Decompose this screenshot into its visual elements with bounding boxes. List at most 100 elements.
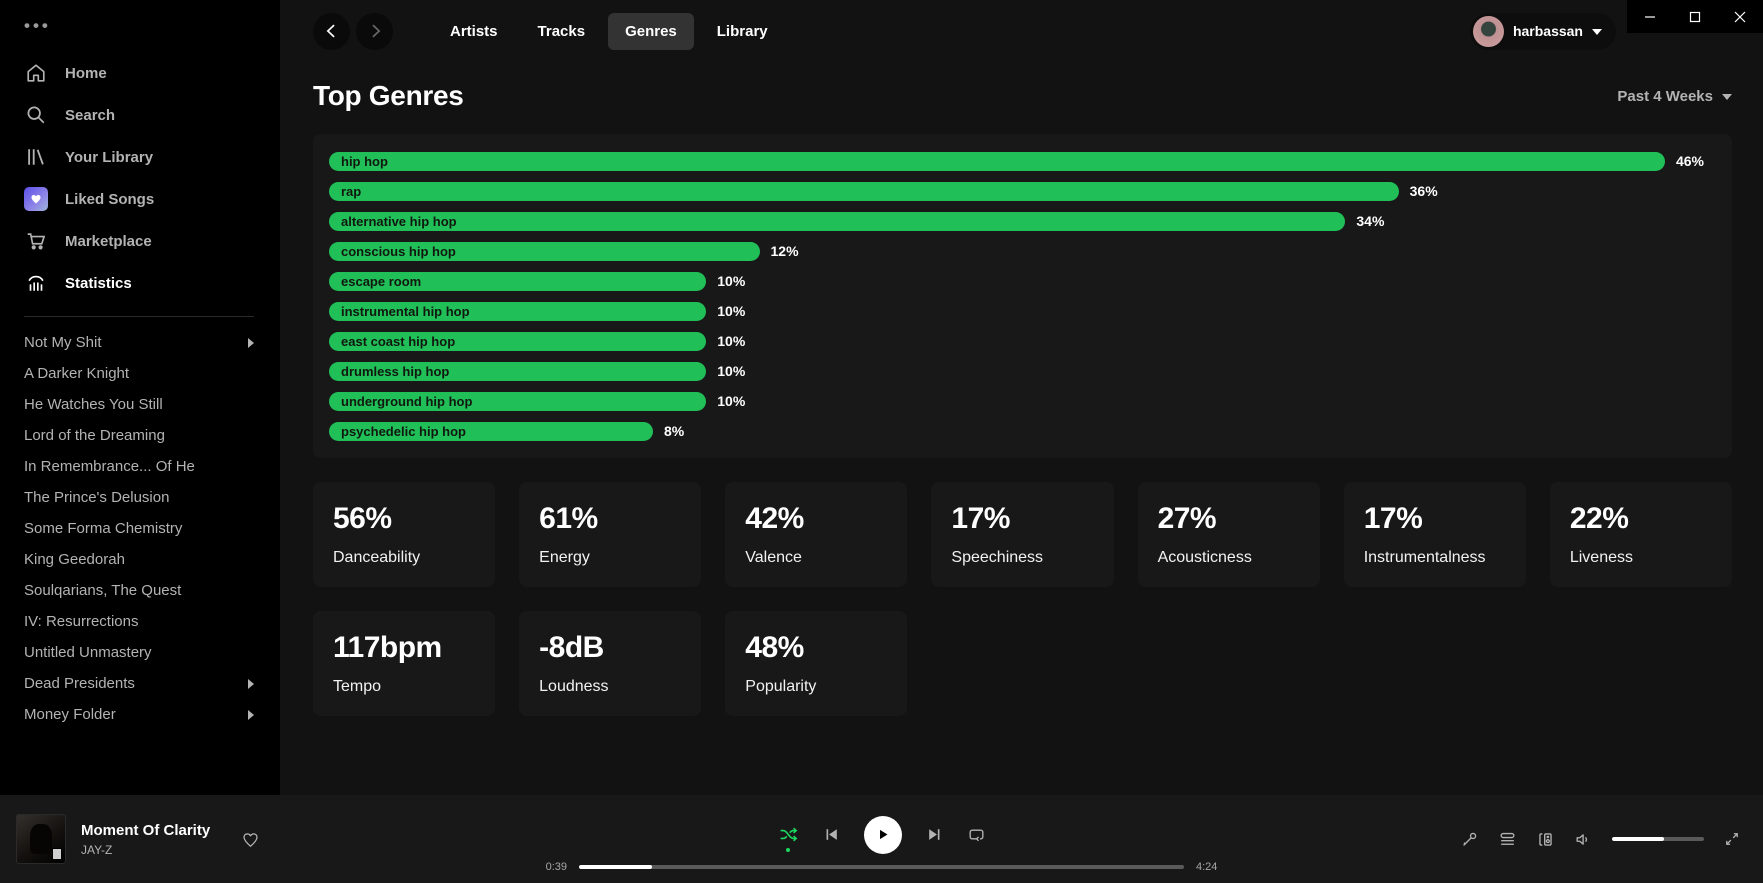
sidebar-item-statistics[interactable]: Statistics [0, 262, 280, 304]
maximize-button[interactable] [1672, 0, 1717, 33]
progress-bar[interactable] [579, 865, 1184, 869]
playlist-list: Not My Shit A Darker Knight He Watches Y… [0, 327, 280, 730]
stat-value: 42% [745, 502, 887, 536]
playlist-item[interactable]: A Darker Knight [0, 358, 280, 389]
connect-device-icon[interactable] [1536, 830, 1555, 849]
tab-tracks[interactable]: Tracks [521, 13, 603, 50]
stat-label: Instrumentalness [1364, 549, 1506, 567]
playlist-item[interactable]: Soulqarians, The Quest [0, 575, 280, 606]
repeat-button[interactable] [967, 825, 986, 844]
stat-value: 17% [951, 502, 1093, 536]
shuffle-active-dot [786, 848, 790, 852]
playlist-item[interactable]: Dead Presidents [0, 668, 280, 699]
genre-label: escape room [341, 274, 421, 289]
playlist-item[interactable]: Money Folder [0, 699, 280, 730]
sidebar-item-label: Your Library [65, 149, 153, 166]
sidebar-item-label: Home [65, 65, 107, 82]
fullscreen-icon[interactable] [1723, 830, 1741, 848]
close-button[interactable] [1718, 0, 1763, 33]
total-time: 4:24 [1196, 861, 1224, 873]
search-icon [24, 103, 48, 127]
tab-library[interactable]: Library [700, 13, 785, 50]
playlist-item[interactable]: He Watches You Still [0, 389, 280, 420]
playlist-item[interactable]: King Geedorah [0, 544, 280, 575]
user-name: harbassan [1513, 23, 1583, 39]
tab-artists[interactable]: Artists [433, 13, 515, 50]
shuffle-button[interactable] [778, 824, 799, 845]
tab-genres[interactable]: Genres [608, 13, 694, 50]
playlist-item[interactable]: Lord of the Dreaming [0, 420, 280, 451]
playlist-item[interactable]: Untitled Unmastery [0, 637, 280, 668]
volume-icon[interactable] [1574, 830, 1593, 849]
genre-label: east coast hip hop [341, 334, 455, 349]
queue-icon[interactable] [1498, 830, 1517, 849]
track-artist[interactable]: JAY-Z [81, 843, 210, 857]
stat-label: Energy [539, 549, 681, 567]
stat-label: Acousticness [1158, 549, 1300, 567]
playlist-item[interactable]: Not My Shit [0, 327, 280, 358]
genre-bar: psychedelic hip hop [329, 422, 653, 441]
playlist-name: King Geedorah [24, 551, 125, 568]
genre-label: rap [341, 184, 361, 199]
previous-button[interactable] [823, 826, 840, 843]
genre-bar: instrumental hip hop [329, 302, 706, 321]
genre-bar: east coast hip hop [329, 332, 706, 351]
stat-card: 27% Acousticness [1138, 482, 1320, 587]
sidebar-item-liked-songs[interactable]: Liked Songs [0, 178, 280, 220]
sidebar-item-marketplace[interactable]: Marketplace [0, 220, 280, 262]
page-header: Top Genres Past 4 Weeks [313, 80, 1732, 112]
playlist-item[interactable]: In Remembrance... Of He [0, 451, 280, 482]
sidebar-item-label: Statistics [65, 275, 132, 292]
sidebar-item-your-library[interactable]: Your Library [0, 136, 280, 178]
genre-bar-row: east coast hip hop 10% [329, 326, 1716, 356]
sidebar-item-home[interactable]: Home [0, 52, 280, 94]
playback-controls [778, 814, 986, 856]
album-art[interactable] [16, 814, 66, 864]
back-button[interactable] [313, 13, 350, 50]
track-info: Moment Of Clarity JAY-Z [81, 822, 210, 857]
playlist-item[interactable]: IV: Resurrections [0, 606, 280, 637]
next-button[interactable] [926, 826, 943, 843]
playlist-item[interactable]: The Prince's Delusion [0, 482, 280, 513]
liked-songs-icon [24, 187, 48, 211]
stat-value: 61% [539, 502, 681, 536]
genre-bar: alternative hip hop [329, 212, 1345, 231]
stat-value: 22% [1570, 502, 1712, 536]
user-menu[interactable]: harbassan [1470, 13, 1616, 50]
player-bar: Moment Of Clarity JAY-Z [0, 795, 1763, 883]
stat-value: 48% [745, 631, 887, 665]
playlist-name: Untitled Unmastery [24, 644, 152, 661]
volume-slider[interactable] [1612, 837, 1704, 841]
lyrics-microphone-icon[interactable] [1460, 830, 1479, 849]
play-button[interactable] [864, 816, 902, 854]
time-range-dropdown[interactable]: Past 4 Weeks [1617, 88, 1732, 105]
genre-label: instrumental hip hop [341, 304, 470, 319]
minimize-button[interactable] [1627, 0, 1672, 33]
stat-value: 27% [1158, 502, 1300, 536]
genres-bar-chart: hip hop 46% rap 36% alternative hi [313, 134, 1732, 458]
playlist-name: Money Folder [24, 706, 116, 723]
sidebar-item-search[interactable]: Search [0, 94, 280, 136]
track-title[interactable]: Moment Of Clarity [81, 822, 210, 839]
genre-bar: escape room [329, 272, 706, 291]
playlist-name: The Prince's Delusion [24, 489, 169, 506]
playlist-item[interactable]: Some Forma Chemistry [0, 513, 280, 544]
like-button[interactable] [241, 830, 260, 849]
stat-label: Tempo [333, 678, 475, 696]
genre-label: psychedelic hip hop [341, 424, 466, 439]
genre-percent: 12% [771, 243, 799, 259]
genre-label: hip hop [341, 154, 388, 169]
stat-label: Loudness [539, 678, 681, 696]
top-navigation-bar: Artists Tracks Genres Library harbassan [313, 0, 1732, 62]
genre-percent: 10% [717, 393, 745, 409]
stat-label: Liveness [1570, 549, 1712, 567]
genre-bar-row: instrumental hip hop 10% [329, 296, 1716, 326]
forward-button[interactable] [356, 13, 393, 50]
app-menu-icon[interactable]: ••• [0, 14, 280, 52]
genre-percent: 10% [717, 363, 745, 379]
app-window: ••• Home Search Your Library Liked Songs [0, 0, 1763, 883]
stat-card: 22% Liveness [1550, 482, 1732, 587]
genre-label: underground hip hop [341, 394, 472, 409]
sidebar-item-label: Search [65, 107, 115, 124]
progress-fill [579, 865, 652, 869]
